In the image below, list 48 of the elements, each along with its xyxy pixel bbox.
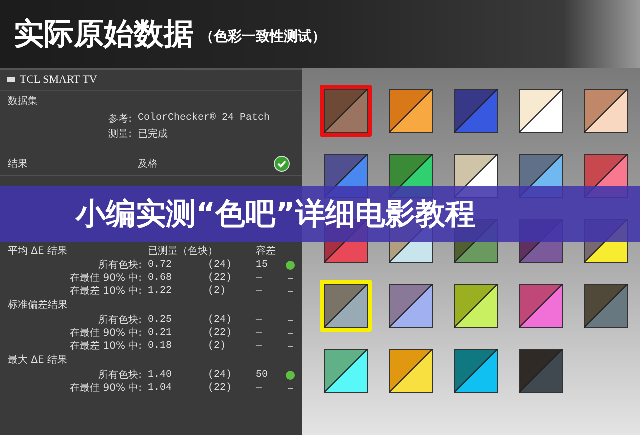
count-cell-text: (22) [208, 272, 234, 284]
count-cell-text: (24) [208, 314, 234, 326]
group-title: 最大 ΔE 结果 [8, 354, 69, 367]
value-cell-text: 1.22 [148, 286, 174, 296]
count-cell-text: (24) [208, 260, 234, 270]
count-cell-text: (22) [208, 328, 234, 338]
tv-icon [6, 76, 16, 84]
row-label: 所有色块: [98, 368, 143, 382]
count-cell-text: (24) [208, 370, 234, 380]
count-cell-text: (2) [208, 340, 228, 352]
row-label: 在最佳 90% 中: [69, 326, 143, 340]
value-cell-text: 0.21 [148, 328, 174, 338]
field-value: ColorChecker® 24 Patch [138, 113, 272, 124]
result-label: 结果 [8, 158, 29, 171]
row-label: 在最差 10% 中: [69, 284, 143, 298]
row-label: 在最差 10% 中: [69, 340, 143, 353]
value-cell-text: 1.04 [148, 382, 174, 394]
row-label: 在最佳 90% 中: [69, 382, 143, 395]
value-cell-text: 0.18 [148, 340, 174, 352]
group-title: 平均 ΔE 结果 [8, 244, 69, 258]
row-label: 所有色块: [98, 258, 143, 272]
value-cell-text: 1.40 [148, 370, 174, 380]
tolerance-cell-text: — [256, 382, 264, 394]
tolerance-cell-text: 50 [256, 370, 270, 380]
field-label: 测量: [108, 128, 133, 140]
row-label: 所有色块: [98, 314, 143, 327]
count-cell-text: (22) [208, 382, 234, 394]
value-cell-text: 0.68 [148, 272, 174, 284]
field-value: 已完成 [138, 128, 169, 140]
tolerance-cell-text: — [256, 272, 264, 284]
tolerance-cell-text: — [256, 340, 264, 352]
value-cell-text: 0.72 [148, 260, 174, 270]
value-cell-text: 0.25 [148, 314, 174, 326]
page-title: 实际原始数据 [14, 16, 194, 54]
field-label: 参考: [108, 112, 133, 126]
section-label: 数据集 [8, 95, 39, 108]
column-header: 容差 [256, 244, 277, 258]
panel-title: TCL SMART TV [20, 74, 98, 86]
tolerance-cell-text: — [256, 314, 264, 326]
result-value: 及格 [138, 158, 159, 171]
banner-text: 小编实测“色吧”详细电影教程 [76, 196, 476, 234]
count-cell-text: (2) [208, 286, 228, 296]
tolerance-cell-text: 15 [256, 260, 270, 270]
tolerance-cell-text: — [256, 286, 264, 296]
row-label: 在最佳 90% 中: [69, 272, 143, 285]
tolerance-cell-text: — [256, 328, 264, 338]
group-title: 标准偏差结果 [8, 298, 69, 312]
page-subtitle: （色彩一致性测试） [200, 28, 326, 46]
